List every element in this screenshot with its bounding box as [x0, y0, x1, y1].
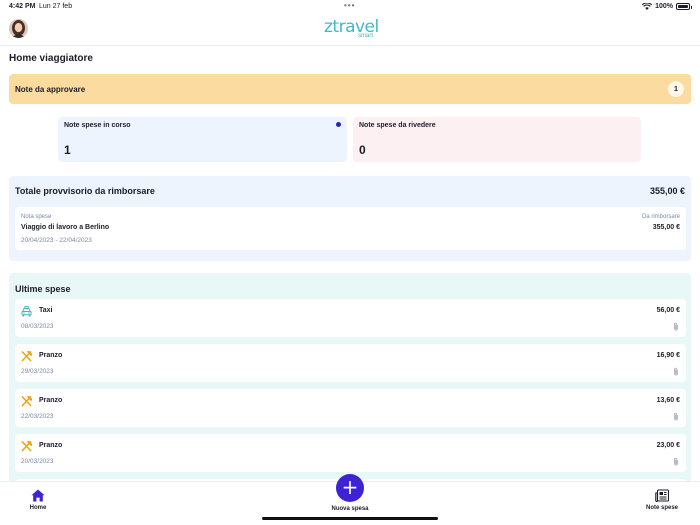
status-right: 100%	[642, 3, 692, 10]
tab-notes-label: Note spese	[645, 505, 678, 511]
expense-date: 22/03/2023	[21, 413, 54, 420]
total-title: Totale provvisorio da rimborsare	[15, 186, 155, 196]
paperclip-icon	[674, 412, 678, 421]
avatar[interactable]	[9, 19, 28, 38]
tab-home[interactable]: Home	[26, 489, 50, 511]
plus-icon: +	[341, 475, 359, 499]
expense-date: 29/03/2023	[21, 368, 54, 375]
page-title: Home viaggiatore	[9, 53, 93, 64]
multitasking-dots-icon[interactable]: •••	[344, 1, 355, 10]
note-dates: 20/04/2023 - 22/04/2023	[21, 237, 92, 244]
to-review-label: Note spese da rivedere	[359, 122, 436, 129]
app-header: ztravel smart	[0, 14, 700, 46]
taxi-icon	[21, 306, 32, 317]
approve-count-badge: 1	[668, 81, 684, 97]
note-key: Nota spese	[21, 214, 52, 220]
in-progress-label: Note spese in corso	[64, 122, 131, 129]
expense-note-card[interactable]: Nota spese Viaggio di lavoro a Berlino 2…	[15, 207, 686, 250]
paperclip-icon	[674, 457, 678, 466]
home-indicator[interactable]	[262, 517, 438, 520]
notes-to-approve-bar[interactable]: Note da approvare 1	[9, 74, 691, 104]
expense-date: 08/03/2023	[21, 323, 54, 330]
total-amount: 355,00 €	[649, 186, 685, 196]
expense-name: Pranzo	[39, 352, 63, 359]
expense-amount: 13,60 €	[656, 397, 680, 404]
refund-key: Da rimborsare	[641, 214, 680, 220]
new-expense-label: Nuova spesa	[331, 506, 369, 512]
newspaper-icon	[655, 489, 669, 502]
note-name: Viaggio di lavoro a Berlino	[21, 224, 110, 231]
status-time: 4:42 PM	[9, 3, 36, 10]
to-review-count: 0	[359, 143, 366, 157]
expense-name: Pranzo	[39, 397, 63, 404]
expense-row[interactable]: Pranzo 29/03/2023 16,90 €	[15, 344, 686, 382]
ztravel-logo: ztravel smart	[324, 18, 379, 44]
expense-row[interactable]: Pranzo 22/03/2023 13,60 €	[15, 389, 686, 427]
expense-amount: 23,00 €	[656, 442, 680, 449]
provisional-total-panel: Totale provvisorio da rimborsare 355,00 …	[9, 176, 691, 261]
paperclip-icon	[674, 322, 678, 331]
logo-subtext: smart	[358, 33, 373, 39]
in-progress-count: 1	[64, 143, 71, 157]
battery-percent: 100%	[655, 3, 673, 10]
latest-title: Ultime spese	[15, 284, 71, 294]
unread-dot	[336, 122, 341, 127]
expense-name: Taxi	[39, 307, 53, 314]
status-bar: 4:42 PM Lun 27 feb ••• 100%	[0, 0, 700, 14]
paperclip-icon	[674, 367, 678, 376]
in-progress-card[interactable]: Note spese in corso 1	[58, 117, 347, 162]
new-expense-button[interactable]: +	[336, 474, 364, 502]
fork-knife-icon	[21, 396, 32, 407]
expense-amount: 16,90 €	[656, 352, 680, 359]
wifi-icon	[642, 3, 653, 10]
fork-knife-icon	[21, 441, 32, 452]
tab-home-label: Home	[29, 505, 47, 511]
fork-knife-icon	[21, 351, 32, 362]
tab-expense-notes[interactable]: Note spese	[645, 489, 679, 511]
expense-date: 20/03/2023	[21, 458, 54, 465]
home-icon	[31, 489, 45, 502]
status-date: Lun 27 feb	[39, 3, 73, 10]
approve-label: Note da approvare	[15, 85, 86, 94]
expense-row[interactable]: Pranzo 20/03/2023 23,00 €	[15, 434, 686, 472]
expense-row[interactable]: Taxi 08/03/2023 56,00 €	[15, 299, 686, 337]
refund-value: 355,00 €	[652, 224, 680, 231]
to-review-card[interactable]: Note spese da rivedere 0	[353, 117, 641, 162]
expense-amount: 56,00 €	[656, 307, 680, 314]
battery-icon	[676, 3, 692, 10]
expense-name: Pranzo	[39, 442, 63, 449]
